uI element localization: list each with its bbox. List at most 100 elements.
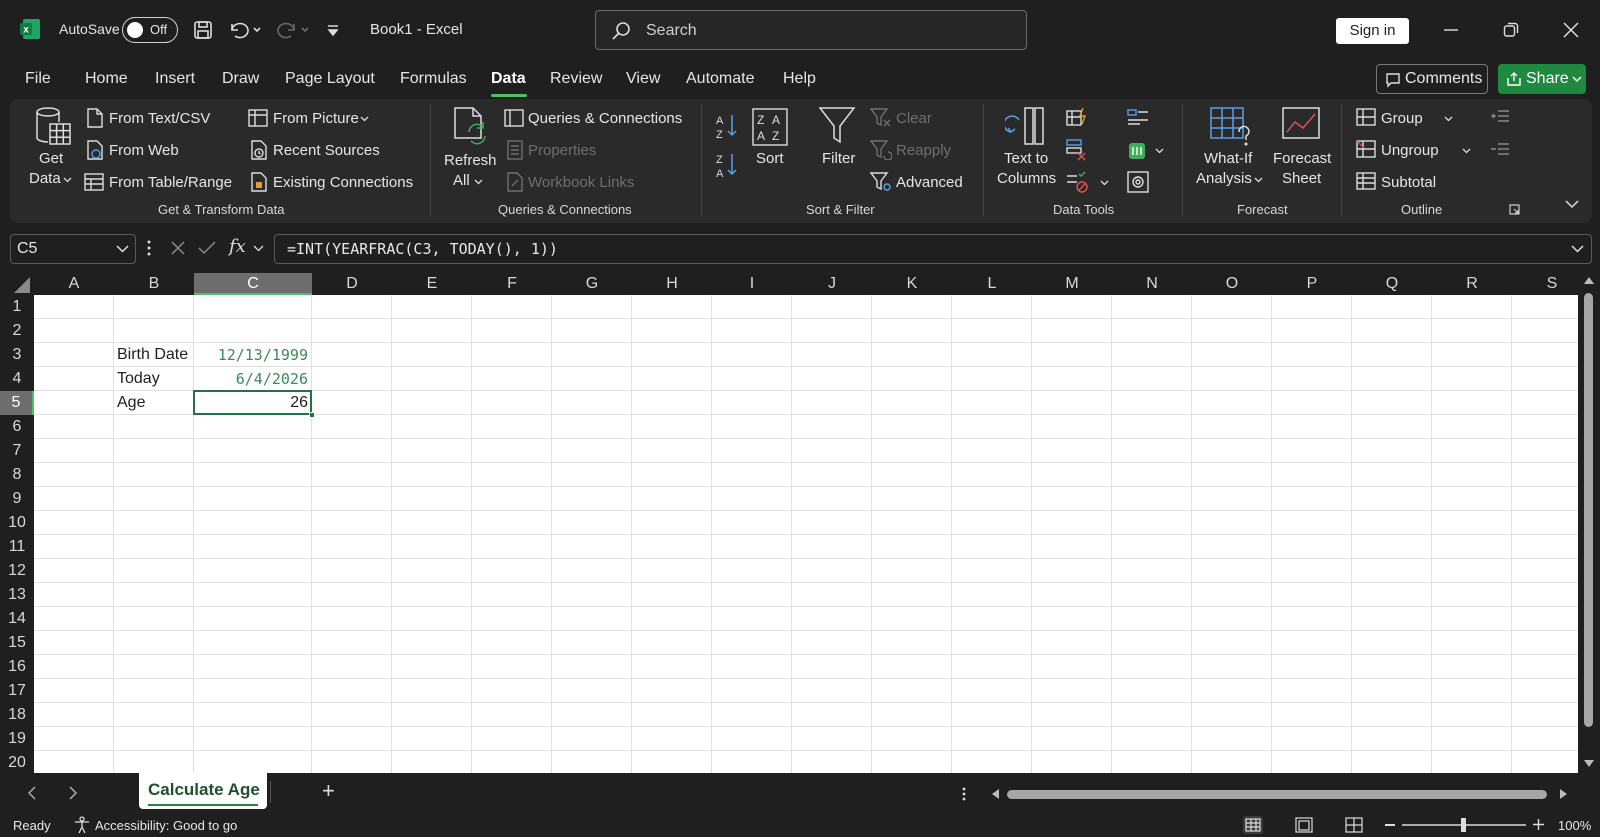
column-header-n[interactable]: N xyxy=(1112,273,1192,295)
relationships-icon[interactable] xyxy=(1127,139,1149,161)
column-header-q[interactable]: Q xyxy=(1352,273,1432,295)
menu-review[interactable]: Review xyxy=(550,70,602,88)
sheet-tab-calculate-age[interactable]: Calculate Age xyxy=(139,773,267,809)
text-to-columns-icon[interactable] xyxy=(1005,106,1045,146)
sort-z-a-icon[interactable]: ZA xyxy=(715,151,739,179)
group-button[interactable]: Group xyxy=(1381,110,1423,127)
row-header-10[interactable]: 10 xyxy=(0,511,34,535)
column-header-d[interactable]: D xyxy=(312,273,392,295)
column-header-a[interactable]: A xyxy=(34,273,114,295)
row-header-20[interactable]: 20 xyxy=(0,751,34,775)
select-all-corner[interactable] xyxy=(0,273,34,295)
fill-handle[interactable] xyxy=(309,412,315,418)
dialog-launcher-icon[interactable] xyxy=(1509,204,1520,215)
normal-view-icon[interactable] xyxy=(1243,816,1263,834)
scroll-left-icon[interactable] xyxy=(990,788,1000,800)
refresh-all-label-2[interactable]: All xyxy=(453,172,470,189)
row-header-8[interactable]: 8 xyxy=(0,463,34,487)
from-text-csv-button[interactable]: From Text/CSV xyxy=(109,110,210,127)
ungroup-button[interactable]: Ungroup xyxy=(1381,142,1439,159)
minimize-icon[interactable] xyxy=(1443,22,1459,38)
customize-toolbar-icon[interactable] xyxy=(326,24,340,38)
from-picture-button[interactable]: From Picture xyxy=(273,110,359,127)
column-header-f[interactable]: F xyxy=(472,273,552,295)
row-header-1[interactable]: 1 xyxy=(0,295,34,319)
workbook-links-button[interactable]: Workbook Links xyxy=(528,174,634,191)
search-box[interactable]: Search xyxy=(595,10,1027,50)
properties-button[interactable]: Properties xyxy=(528,142,596,159)
row-header-13[interactable]: 13 xyxy=(0,583,34,607)
save-icon[interactable] xyxy=(193,20,213,40)
row-header-14[interactable]: 14 xyxy=(0,607,34,631)
close-icon[interactable] xyxy=(1563,22,1579,38)
column-header-e[interactable]: E xyxy=(392,273,472,295)
sort-button[interactable]: Sort xyxy=(756,150,784,167)
column-header-h[interactable]: H xyxy=(632,273,712,295)
worksheet-grid[interactable]: Birth Date 12/13/1999 Today 6/4/2026 Age 26 xyxy=(34,295,1578,773)
from-table-range-button[interactable]: From Table/Range xyxy=(109,174,232,191)
column-header-l[interactable]: L xyxy=(952,273,1032,295)
what-if-analysis-icon[interactable] xyxy=(1209,106,1251,146)
menu-help[interactable]: Help xyxy=(783,70,816,88)
redo-icon[interactable] xyxy=(276,20,310,40)
menu-page-layout[interactable]: Page Layout xyxy=(285,70,375,88)
scroll-down-icon[interactable] xyxy=(1583,759,1595,769)
clear-button[interactable]: Clear xyxy=(896,110,932,127)
advanced-button[interactable]: Advanced xyxy=(896,174,963,191)
row-header-12[interactable]: 12 xyxy=(0,559,34,583)
next-sheet-icon[interactable] xyxy=(68,786,78,800)
text-to-columns-label-2[interactable]: Columns xyxy=(997,170,1056,187)
menu-home[interactable]: Home xyxy=(85,70,128,88)
page-layout-view-icon[interactable] xyxy=(1294,816,1314,834)
column-header-m[interactable]: M xyxy=(1032,273,1112,295)
what-if-label-1[interactable]: What-If xyxy=(1204,150,1252,167)
autosave-toggle[interactable]: Off xyxy=(122,17,178,43)
row-header-18[interactable]: 18 xyxy=(0,703,34,727)
menu-draw[interactable]: Draw xyxy=(222,70,259,88)
more-options-icon[interactable] xyxy=(147,240,151,256)
cell-b5[interactable]: Age xyxy=(117,394,145,418)
scroll-right-icon[interactable] xyxy=(1559,788,1569,800)
previous-sheet-icon[interactable] xyxy=(27,786,37,800)
undo-icon[interactable] xyxy=(228,20,262,40)
column-header-c[interactable]: C xyxy=(194,273,312,295)
column-header-i[interactable]: I xyxy=(712,273,792,295)
column-header-g[interactable]: G xyxy=(552,273,632,295)
cell-b3[interactable]: Birth Date xyxy=(117,346,188,370)
what-if-label-2[interactable]: Analysis xyxy=(1196,170,1252,187)
row-header-19[interactable]: 19 xyxy=(0,727,34,751)
cell-b4[interactable]: Today xyxy=(117,370,160,394)
sort-icon[interactable]: ZAAZ xyxy=(752,108,788,146)
consolidate-icon[interactable] xyxy=(1127,107,1149,127)
restore-icon[interactable] xyxy=(1503,22,1519,38)
row-header-11[interactable]: 11 xyxy=(0,535,34,559)
menu-data[interactable]: Data xyxy=(491,70,526,88)
column-header-k[interactable]: K xyxy=(872,273,952,295)
row-header-3[interactable]: 3 xyxy=(0,343,34,367)
reapply-button[interactable]: Reapply xyxy=(896,142,951,159)
get-data-label-2[interactable]: Data xyxy=(29,170,61,187)
page-break-preview-icon[interactable] xyxy=(1344,816,1364,834)
accessibility-status[interactable]: Accessibility: Good to go xyxy=(95,818,237,833)
data-validation-icon[interactable] xyxy=(1066,171,1088,193)
from-web-button[interactable]: From Web xyxy=(109,142,179,159)
menu-automate[interactable]: Automate xyxy=(686,70,754,88)
vertical-scroll-thumb[interactable] xyxy=(1584,293,1593,727)
filter-button[interactable]: Filter xyxy=(822,150,855,167)
forecast-sheet-label-2[interactable]: Sheet xyxy=(1282,170,1321,187)
remove-duplicates-icon[interactable] xyxy=(1066,139,1088,161)
subtotal-button[interactable]: Subtotal xyxy=(1381,174,1436,191)
menu-formulas[interactable]: Formulas xyxy=(400,70,467,88)
cancel-icon[interactable] xyxy=(170,240,186,256)
zoom-slider-thumb[interactable] xyxy=(1461,818,1466,832)
existing-connections-button[interactable]: Existing Connections xyxy=(273,174,413,191)
row-header-7[interactable]: 7 xyxy=(0,439,34,463)
menu-file[interactable]: File xyxy=(25,70,51,88)
filter-icon[interactable] xyxy=(818,106,856,146)
flash-fill-icon[interactable] xyxy=(1066,107,1088,127)
menu-insert[interactable]: Insert xyxy=(155,70,195,88)
row-header-17[interactable]: 17 xyxy=(0,679,34,703)
row-header-5[interactable]: 5 xyxy=(0,391,34,415)
name-box[interactable]: C5 xyxy=(10,234,136,264)
expand-formula-bar-icon[interactable] xyxy=(1571,244,1584,254)
